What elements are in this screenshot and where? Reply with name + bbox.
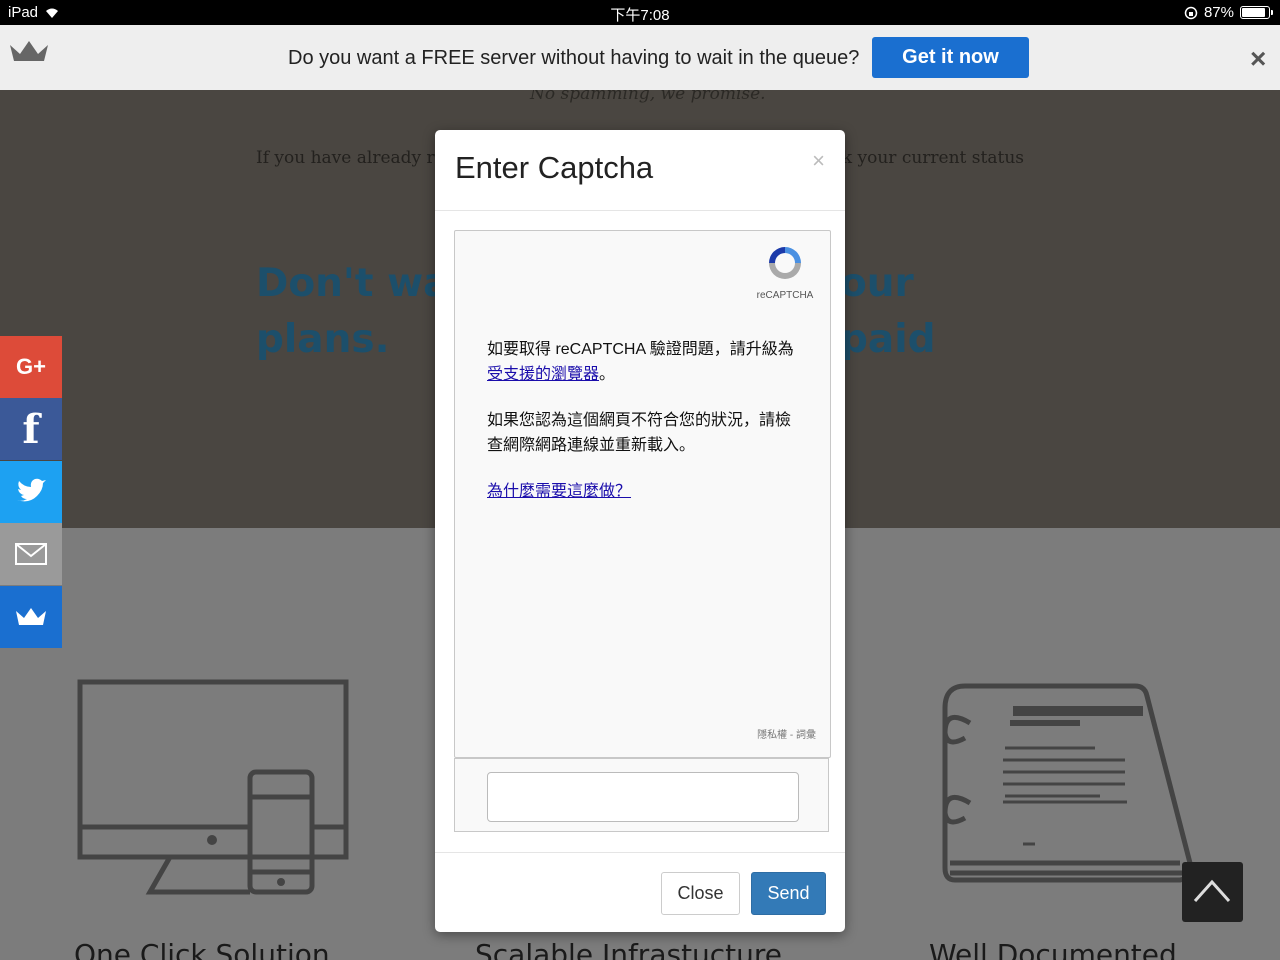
- twitter-share-button[interactable]: [0, 461, 62, 523]
- rotation-lock-icon: [1184, 6, 1198, 19]
- facebook-icon: f: [22, 405, 40, 453]
- promo-heading-right: our paid: [840, 261, 936, 362]
- battery-icon: [1240, 6, 1273, 19]
- recaptcha-label: reCAPTCHA: [756, 290, 814, 301]
- promo-heading-line2: plans.: [256, 317, 390, 362]
- feature-title-documented: Well Documented: [929, 938, 1177, 960]
- battery-percent: 87%: [1203, 4, 1234, 21]
- clock: 下午7:08: [610, 7, 670, 24]
- close-button[interactable]: Close: [661, 872, 740, 915]
- supported-browser-link[interactable]: 受支援的瀏覽器: [487, 366, 599, 383]
- feature-title-scalable: Scalable Infrastucture: [475, 938, 783, 960]
- monitor-devices-icon: [77, 679, 349, 895]
- check-connection-text: 如果您認為這個網頁不符合您的狀況，請檢查網際網路連線並重新載入。: [487, 412, 792, 454]
- notebook-icon: [942, 683, 1193, 883]
- upgrade-browser-text: 如要取得 reCAPTCHA 驗證問題，請升級為受支援的瀏覽器。: [487, 337, 797, 387]
- promo-banner: Do you want a FREE server without having…: [0, 25, 1280, 90]
- scroll-to-top-button[interactable]: [1182, 862, 1243, 922]
- modal-header: Enter Captcha ×: [435, 130, 845, 211]
- battery-fill: [1242, 8, 1265, 17]
- crown-icon: [16, 608, 46, 625]
- crown-logo-icon: [10, 41, 48, 61]
- recaptcha-logo: reCAPTCHA: [745, 243, 825, 301]
- captcha-input[interactable]: [487, 772, 799, 822]
- privacy-terms-link[interactable]: 隱私權 - 詞彙: [757, 726, 816, 741]
- banner-close-icon[interactable]: ×: [1250, 43, 1266, 75]
- chevron-up-icon: [1193, 879, 1231, 903]
- status-right: 87%: [1184, 4, 1273, 21]
- modal-title: Enter Captcha: [455, 150, 654, 185]
- feature-title-one-click: One Click Solution: [74, 938, 330, 960]
- recaptcha-frame: reCAPTCHA 如要取得 reCAPTCHA 驗證問題，請升級為受支援的瀏覽…: [454, 230, 831, 758]
- ios-status-bar: iPad 下午7:08 87%: [0, 0, 1280, 25]
- email-share-button[interactable]: [0, 523, 62, 585]
- promo-heading-left: Don't wa: [256, 261, 450, 306]
- captcha-modal: Enter Captcha × reCAPTCHA 如要取得 reCAPTCHA…: [435, 130, 845, 932]
- upgrade-text-pre: 如要取得 reCAPTCHA 驗證問題，請升級為: [487, 341, 794, 358]
- status-note-left: If you have already re: [256, 148, 445, 168]
- crown-share-button[interactable]: [0, 586, 62, 648]
- banner-message: Do you want a FREE server without having…: [288, 47, 860, 69]
- email-icon: [15, 543, 47, 565]
- facebook-share-button[interactable]: f: [0, 398, 62, 460]
- status-note-right: ck your current status: [832, 148, 1024, 168]
- captcha-input-wrap: [454, 758, 829, 832]
- upgrade-text-post: 。: [599, 366, 616, 383]
- google-plus-icon: G+: [16, 354, 46, 379]
- twitter-icon: [17, 478, 46, 502]
- why-needed-link[interactable]: 為什麼需要這麼做？: [487, 483, 631, 500]
- send-button[interactable]: Send: [751, 872, 826, 915]
- modal-footer: Close Send: [435, 852, 845, 932]
- why-link-wrap: 為什麼需要這麼做？: [487, 479, 797, 504]
- get-it-now-button[interactable]: Get it now: [872, 37, 1029, 78]
- modal-close-icon[interactable]: ×: [812, 148, 825, 174]
- recaptcha-logo-icon: [769, 247, 801, 279]
- google-plus-share-button[interactable]: G+: [0, 336, 62, 398]
